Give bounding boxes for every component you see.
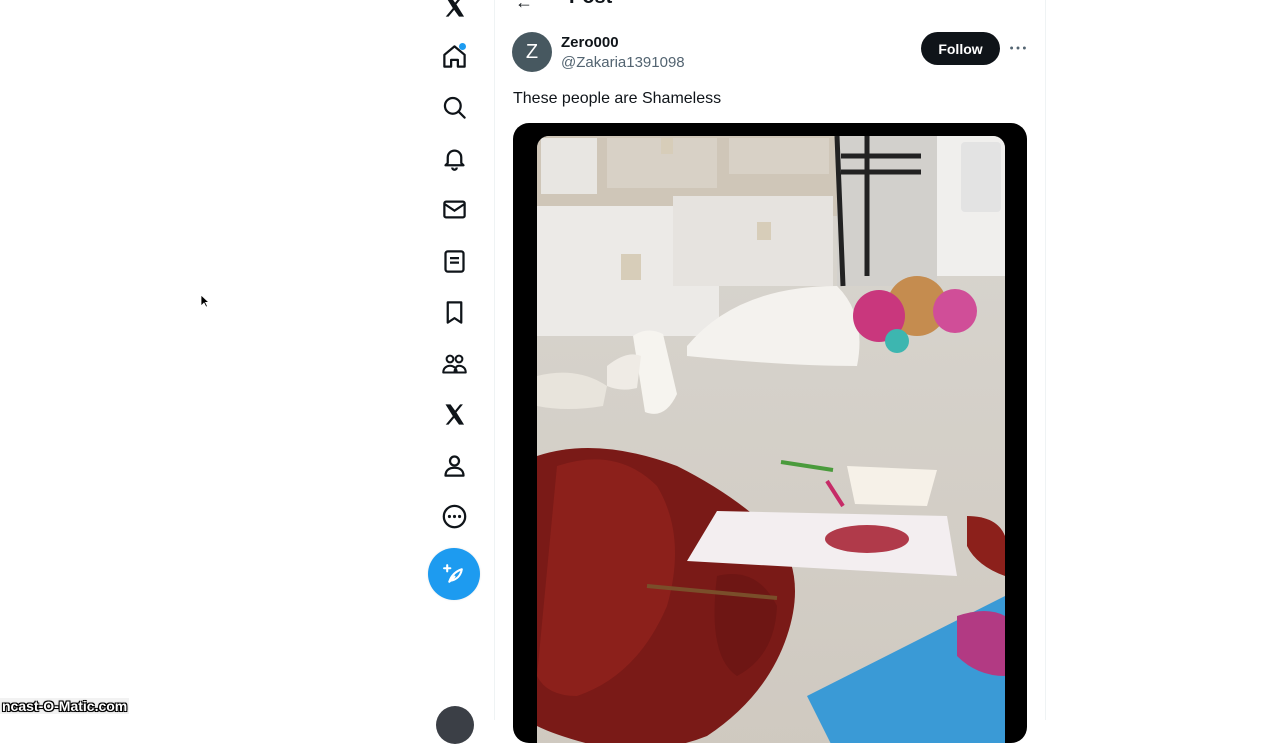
nav-profile[interactable] xyxy=(434,445,474,485)
sidebar-nav xyxy=(420,0,488,744)
more-horizontal-icon[interactable] xyxy=(1007,38,1029,58)
list-icon xyxy=(443,249,465,273)
communities-icon xyxy=(441,354,467,374)
nav-premium[interactable] xyxy=(434,394,474,434)
search-icon xyxy=(443,96,466,119)
profile-icon xyxy=(443,454,465,477)
author-handle[interactable]: @Zakaria1391098 xyxy=(561,54,685,71)
compose-post-button[interactable] xyxy=(428,548,480,600)
nav-explore[interactable] xyxy=(434,87,474,127)
photo xyxy=(537,136,1005,743)
avatar-letter: Z xyxy=(525,40,539,63)
nav-lists[interactable] xyxy=(434,241,474,281)
follow-button[interactable]: Follow xyxy=(921,32,1000,65)
x-logo-icon[interactable] xyxy=(434,0,474,26)
notification-dot xyxy=(459,43,466,50)
avatar[interactable]: Z xyxy=(512,32,552,72)
feather-plus-icon xyxy=(442,563,463,583)
nav-notifications[interactable] xyxy=(434,138,474,178)
watermark-text: ncast-O-Matic.com xyxy=(0,698,130,714)
bookmark-icon xyxy=(446,300,462,324)
page-title: Post xyxy=(569,0,612,9)
nav-communities[interactable] xyxy=(434,343,474,383)
author-name[interactable]: Zero000 xyxy=(561,34,619,51)
tweet-text: These people are Shameless xyxy=(513,90,722,107)
more-circle-icon xyxy=(442,504,466,528)
main-column: ← Post Z Zero000 @Zakaria1391098 Follow … xyxy=(494,0,1046,743)
nav-bookmarks[interactable] xyxy=(434,292,474,332)
bell-icon xyxy=(443,149,465,171)
nav-messages[interactable] xyxy=(434,189,474,229)
account-avatar[interactable] xyxy=(436,706,474,744)
mouse-cursor-icon xyxy=(200,294,210,308)
nav-more[interactable] xyxy=(434,496,474,536)
tweet-media[interactable] xyxy=(513,123,1027,743)
post-header: ← Post xyxy=(495,0,1045,12)
nav-home[interactable] xyxy=(434,36,474,76)
x-premium-icon xyxy=(445,403,464,425)
mail-icon xyxy=(442,200,466,218)
arrow-left-icon[interactable]: ← xyxy=(515,0,533,13)
